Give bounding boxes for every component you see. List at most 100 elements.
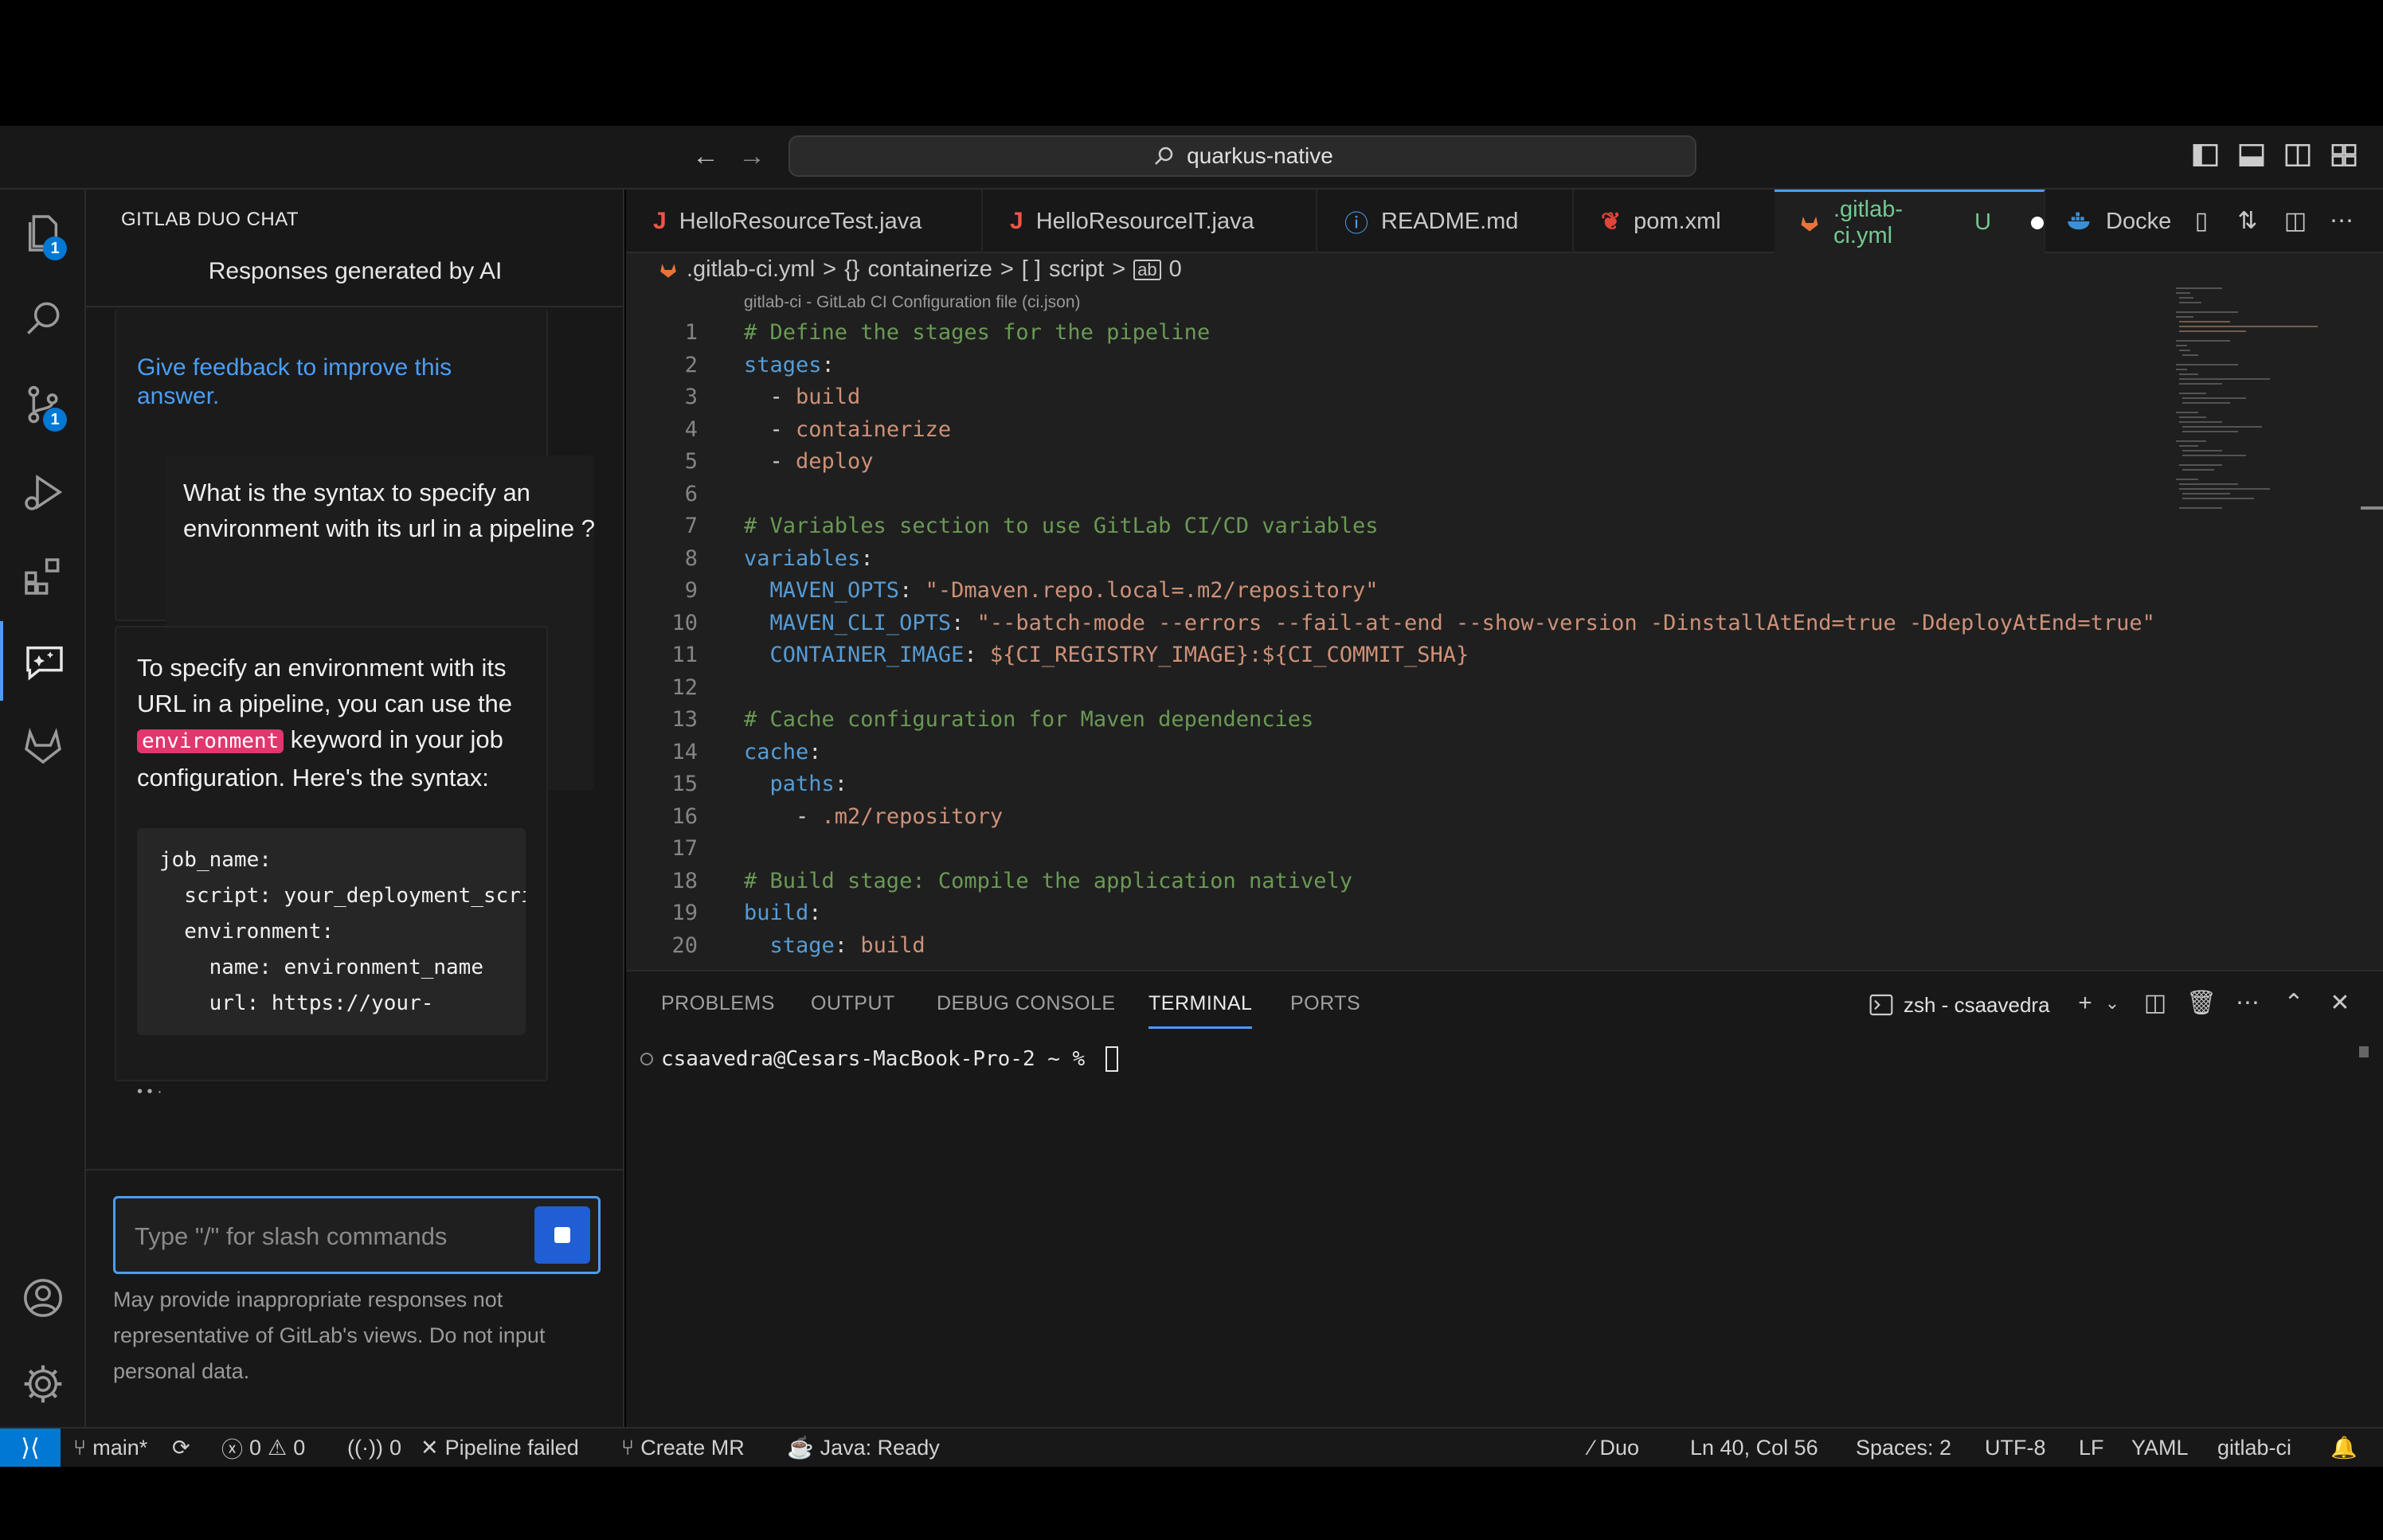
encoding[interactable]: UTF-8: [1985, 1429, 2046, 1467]
line-content: - deploy: [744, 446, 874, 479]
code-line[interactable]: 5 - deploy: [626, 446, 2219, 479]
toggle-panel-icon[interactable]: [2238, 142, 2265, 169]
language-mode[interactable]: YAML: [2131, 1429, 2189, 1467]
unsaved-dot-icon[interactable]: [2031, 216, 2044, 229]
tab-ports[interactable]: PORTS: [1290, 992, 1360, 1015]
tab-debug-console[interactable]: DEBUG CONSOLE: [937, 992, 1116, 1015]
open-preview-icon[interactable]: ▯: [2187, 207, 2216, 236]
code-line[interactable]: 1 # Define the stages for the pipeline: [626, 317, 2219, 350]
sync-icon[interactable]: ⟳: [172, 1429, 190, 1467]
branch-indicator[interactable]: ⑂ main*: [73, 1429, 147, 1467]
line-number: 4: [684, 416, 698, 442]
command-center-search[interactable]: quarkus-native: [788, 135, 1696, 177]
breadcrumb-index[interactable]: 0: [1169, 256, 1182, 283]
string-icon: ab: [1133, 259, 1161, 280]
gitlab-duo-chat-button[interactable]: [0, 621, 86, 701]
terminal-selector[interactable]: zsh - csaavedra: [1868, 992, 2050, 1018]
maximize-panel-icon[interactable]: ⌃: [2278, 987, 2310, 1019]
split-terminal-icon[interactable]: ◫: [2139, 987, 2171, 1019]
code-line[interactable]: 6: [626, 479, 2219, 511]
code-line[interactable]: 9 MAVEN_OPTS: "-Dmaven.repo.local=.m2/re…: [626, 575, 2219, 608]
java-status[interactable]: ☕ Java: Ready: [787, 1429, 940, 1467]
code-line[interactable]: 15 paths:: [626, 768, 2219, 801]
code-line[interactable]: 20 stage: build: [626, 930, 2219, 963]
trash-icon[interactable]: 🗑: [2185, 987, 2217, 1019]
remote-indicator[interactable]: ⟩⟨: [0, 1429, 61, 1467]
minimap[interactable]: [2174, 285, 2326, 540]
line-content: # Variables section to use GitLab CI/CD …: [744, 510, 1379, 543]
close-panel-icon[interactable]: ✕: [2324, 987, 2356, 1019]
back-arrow-icon[interactable]: ←: [690, 140, 722, 172]
manage-button[interactable]: [0, 1344, 86, 1424]
chevron-down-icon[interactable]: ⌄: [2096, 987, 2128, 1019]
search-icon: [27, 302, 60, 334]
toggle-primary-sidebar-icon[interactable]: [2192, 142, 2219, 169]
maven-icon: ❦: [1601, 208, 1622, 235]
chat-input[interactable]: [135, 1219, 501, 1254]
code-line[interactable]: 13 # Cache configuration for Maven depend…: [626, 704, 2219, 737]
tab-terminal[interactable]: TERMINAL: [1148, 992, 1253, 1029]
line-number: 8: [684, 545, 698, 571]
cursor-position[interactable]: Ln 40, Col 56: [1690, 1429, 1818, 1467]
customize-layout-icon[interactable]: [2330, 142, 2358, 169]
toggle-secondary-sidebar-icon[interactable]: [2284, 142, 2311, 169]
code-line[interactable]: 3 - build: [626, 381, 2219, 414]
search-button[interactable]: [0, 279, 86, 358]
source-control-button[interactable]: 1: [0, 365, 86, 444]
error-icon: ⓧ: [221, 1437, 243, 1462]
status-bar: ⟩⟨ ⑂ main* ⟳ ⓧ 0 ⚠ 0 ((·)) 0 ✕ Pipeline …: [0, 1427, 2383, 1467]
more-actions-icon[interactable]: ⋯: [2327, 207, 2356, 236]
accounts-button[interactable]: [0, 1258, 86, 1338]
terminal-scrollbar[interactable]: [2359, 1046, 2369, 1057]
terminal-output[interactable]: csaavedra@Cesars-MacBook-Pro-2 ~ %: [640, 1046, 1118, 1072]
tab-output[interactable]: OUTPUT: [811, 992, 895, 1015]
code-line[interactable]: 10 MAVEN_CLI_OPTS: "--batch-mode --error…: [626, 608, 2219, 640]
explorer-button[interactable]: 1: [0, 193, 86, 273]
tab-problems[interactable]: PROBLEMS: [661, 992, 775, 1015]
code-line[interactable]: 2 stages:: [626, 350, 2219, 382]
code-line[interactable]: 4 - containerize: [626, 414, 2219, 447]
create-mr-button[interactable]: ⑂ Create MR: [621, 1429, 745, 1467]
code-line[interactable]: 8 variables:: [626, 543, 2219, 576]
problems-indicator[interactable]: ⓧ 0 ⚠ 0: [221, 1429, 305, 1467]
end-of-line[interactable]: LF: [2079, 1429, 2104, 1467]
compare-changes-icon[interactable]: ⇅: [2233, 207, 2262, 236]
breadcrumb-script[interactable]: script: [1049, 256, 1104, 283]
code-editor[interactable]: .gitlab-ci.yml > {} containerize > [ ] s…: [626, 253, 2383, 970]
tab-hello-resource-test[interactable]: J HelloResourceTest.java: [626, 190, 983, 253]
tab-hello-resource-it[interactable]: J HelloResourceIT.java: [983, 190, 1317, 253]
forward-arrow-icon[interactable]: →: [736, 140, 768, 172]
stop-generating-button[interactable]: [534, 1206, 590, 1264]
ports-indicator[interactable]: ((·)) 0: [347, 1429, 401, 1467]
extensions-button[interactable]: [0, 537, 86, 616]
code-line[interactable]: 14 cache:: [626, 737, 2219, 769]
breadcrumb-file[interactable]: .gitlab-ci.yml: [687, 256, 815, 283]
code-line[interactable]: 7 # Variables section to use GitLab CI/CD…: [626, 510, 2219, 543]
tab-gitlab-ci[interactable]: .gitlab-ci.yml U: [1775, 190, 2045, 253]
code-token: :: [834, 772, 848, 796]
branch-name: main*: [92, 1435, 148, 1460]
code-line[interactable]: 18 # Build stage: Compile the application…: [626, 866, 2219, 898]
pipeline-status[interactable]: ✕ Pipeline failed: [421, 1429, 579, 1467]
line-content: paths:: [744, 768, 848, 801]
line-content: CONTAINER_IMAGE: ${CI_REGISTRY_IMAGE}:${…: [744, 639, 1469, 672]
code-line[interactable]: 11 CONTAINER_IMAGE: ${CI_REGISTRY_IMAGE}…: [626, 639, 2219, 672]
code-line[interactable]: 16 - .m2/repository: [626, 801, 2219, 834]
indentation[interactable]: Spaces: 2: [1856, 1429, 1951, 1467]
notifications-bell-icon[interactable]: 🔔: [2330, 1429, 2358, 1467]
tab-readme[interactable]: ⓘ README.md: [1317, 190, 1574, 253]
line-content: build:: [744, 897, 822, 930]
breadcrumb-containerize[interactable]: containerize: [867, 256, 992, 283]
line-content: - build: [744, 381, 861, 414]
duo-status[interactable]: ⁄ Duo: [1590, 1429, 1639, 1467]
gitlab-workflow-button[interactable]: [0, 706, 86, 785]
run-debug-button[interactable]: [0, 452, 86, 532]
split-editor-icon[interactable]: ◫: [2281, 207, 2310, 236]
more-actions-icon[interactable]: ⋯: [2232, 987, 2264, 1019]
tab-dockerfile[interactable]: Docke: [2052, 190, 2195, 253]
code-line[interactable]: 19 build:: [626, 897, 2219, 930]
json-schema[interactable]: gitlab-ci: [2217, 1429, 2291, 1467]
feedback-link[interactable]: Give feedback to improve this answer.: [137, 354, 511, 411]
code-line[interactable]: 17: [626, 833, 2219, 866]
code-line[interactable]: 12: [626, 672, 2219, 705]
